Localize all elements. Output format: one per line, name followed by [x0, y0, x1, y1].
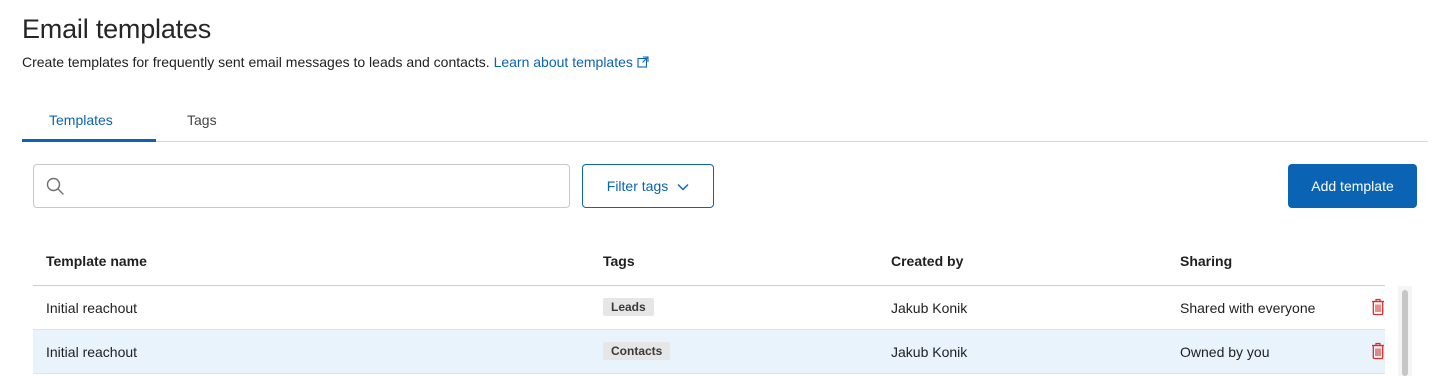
sharing-cell: Owned by you	[1180, 344, 1270, 360]
table-row[interactable]: Initial reachout Contacts Jakub Konik Ow…	[33, 330, 1385, 374]
column-header-sharing: Sharing	[1180, 253, 1233, 269]
sharing-cell: Shared with everyone	[1180, 300, 1316, 316]
page-description: Create templates for frequently sent ema…	[22, 54, 649, 71]
search-input[interactable]	[74, 173, 554, 199]
external-link-icon	[637, 55, 649, 71]
tab-templates[interactable]: Templates	[49, 112, 113, 128]
created-by-cell: Jakub Konik	[891, 344, 968, 360]
table-header: Template name Tags Created by Sharing	[33, 238, 1385, 286]
add-template-button[interactable]: Add template	[1288, 164, 1417, 208]
table-scrollbar[interactable]	[1398, 286, 1412, 376]
filter-tags-button[interactable]: Filter tags	[582, 164, 714, 208]
search-icon	[46, 177, 64, 200]
column-header-created-by: Created by	[891, 253, 964, 269]
column-header-template-name: Template name	[46, 253, 147, 269]
learn-about-templates-link[interactable]: Learn about templates	[494, 54, 649, 70]
template-name-cell: Initial reachout	[46, 300, 138, 316]
trash-icon[interactable]	[1371, 298, 1385, 321]
search-box[interactable]	[33, 164, 570, 208]
tab-tags[interactable]: Tags	[187, 112, 217, 128]
tag-badge: Contacts	[603, 342, 671, 360]
page-title: Email templates	[22, 14, 212, 44]
trash-icon[interactable]	[1371, 342, 1385, 365]
templates-table: Template name Tags Created by Sharing In…	[33, 238, 1385, 374]
column-header-tags: Tags	[603, 253, 635, 269]
tab-bar: Templates Tags	[22, 100, 1428, 142]
chevron-down-icon	[677, 178, 689, 194]
active-tab-indicator	[22, 139, 156, 142]
learn-link-label: Learn about templates	[493, 54, 633, 70]
created-by-cell: Jakub Konik	[891, 300, 968, 316]
scrollbar-thumb[interactable]	[1402, 290, 1408, 376]
filter-tags-label: Filter tags	[606, 178, 669, 194]
template-name-cell: Initial reachout	[46, 344, 138, 360]
table-row[interactable]: Initial reachout Leads Jakub Konik Share…	[33, 286, 1385, 330]
description-text: Create templates for frequently sent ema…	[22, 54, 490, 70]
tag-badge: Leads	[603, 298, 654, 316]
